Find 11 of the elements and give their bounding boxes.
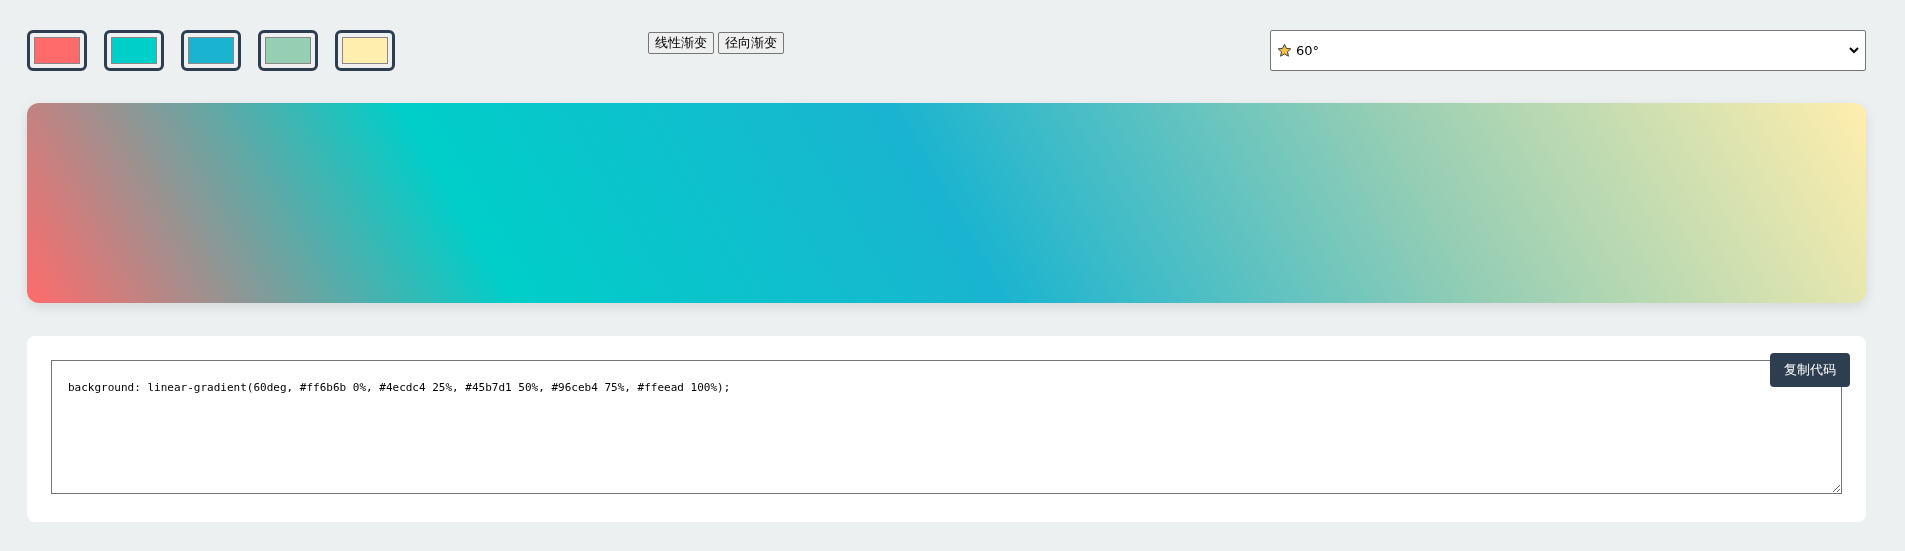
- color-swatch[interactable]: [258, 30, 318, 71]
- color-swatch[interactable]: [181, 30, 241, 71]
- gradient-type-button[interactable]: 径向渐变: [718, 32, 784, 54]
- angle-select[interactable]: 60°: [1270, 30, 1866, 71]
- gradient-type-button[interactable]: 线性渐变: [648, 32, 714, 54]
- star-icon: [1277, 43, 1292, 58]
- color-swatch[interactable]: [27, 30, 87, 71]
- color-swatch[interactable]: [104, 30, 164, 71]
- chevron-down-icon: [1849, 47, 1859, 54]
- copy-code-button[interactable]: 复制代码: [1770, 353, 1850, 387]
- color-swatch[interactable]: [335, 30, 395, 71]
